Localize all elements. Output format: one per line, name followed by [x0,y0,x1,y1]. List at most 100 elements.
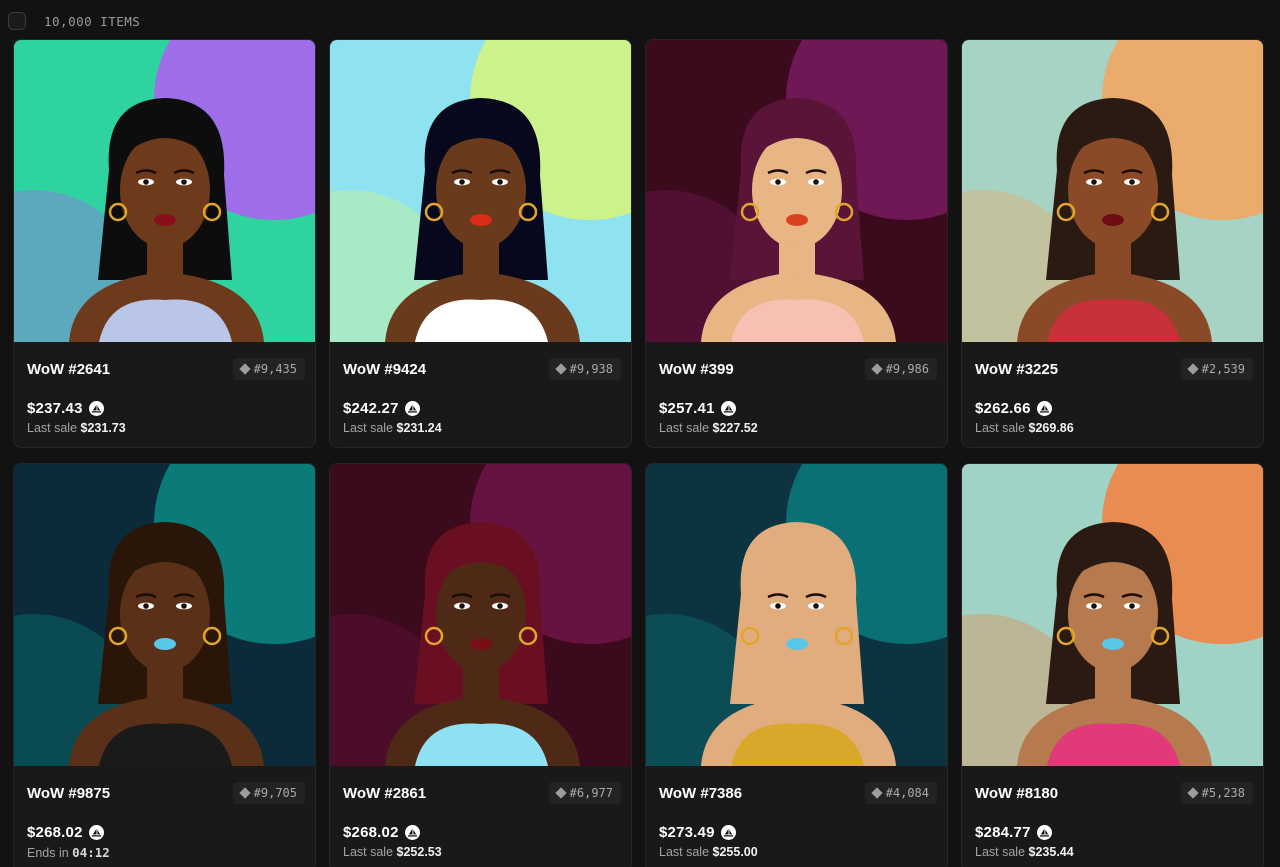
nft-name: WoW #8180 [975,785,1059,802]
rarity-rank-badge: #9,986 [864,358,937,380]
toolbar: 10,000 ITEMS [8,11,140,31]
nft-price: $237.43 [27,400,83,417]
rarity-rank: #6,977 [569,786,613,800]
nft-name: WoW #3225 [975,361,1059,378]
nft-image[interactable] [330,40,631,342]
nft-card[interactable]: WoW #2641 #9,435 $237.43 Last sale $231.… [13,39,316,448]
diamond-icon [1186,363,1199,375]
opensea-coin-icon [720,825,736,840]
rarity-rank: #9,938 [569,362,613,376]
nft-card-info: WoW #2861 #6,977 $268.02 Last sale $252.… [330,766,631,867]
rarity-rank: #9,705 [253,786,297,800]
sub-label: Last sale [975,845,1029,859]
nft-card[interactable]: WoW #9424 #9,938 $242.27 Last sale $231.… [329,39,632,448]
sub-label: Last sale [343,421,397,435]
nft-image[interactable] [646,464,947,766]
nft-image[interactable] [646,40,947,342]
nft-card[interactable]: WoW #399 #9,986 $257.41 Last sale $227.5… [645,39,948,448]
select-all-checkbox[interactable] [8,12,26,30]
nft-price: $257.41 [659,400,715,417]
nft-price: $273.49 [659,824,715,841]
nft-price: $284.77 [975,824,1031,841]
opensea-coin-icon [404,401,420,416]
rarity-rank-badge: #9,938 [548,358,621,380]
nft-card[interactable]: WoW #9875 #9,705 $268.02 Ends in 04:12 [13,463,316,867]
diamond-icon [554,787,567,799]
nft-card[interactable]: WoW #3225 #2,539 $262.66 Last sale $269.… [961,39,1264,448]
nft-price: $268.02 [27,824,83,841]
price-row: $273.49 [659,824,736,841]
sub-label: Last sale [659,845,713,859]
diamond-icon [238,363,251,375]
sub-value: 04:12 [72,845,110,860]
price-row: $237.43 [27,400,104,417]
rarity-rank: #9,986 [885,362,929,376]
sub-label: Last sale [659,421,713,435]
nft-card-info: WoW #8180 #5,238 $284.77 Last sale $235.… [962,766,1263,867]
diamond-icon [554,363,567,375]
opensea-coin-icon [404,825,420,840]
rarity-rank-badge: #9,705 [232,782,305,804]
sub-value: $227.52 [712,421,758,435]
last-sale: Last sale $231.73 [27,421,126,435]
price-row: $262.66 [975,400,1052,417]
sub-label: Last sale [27,421,81,435]
last-sale: Last sale $227.52 [659,421,758,435]
opensea-coin-icon [720,401,736,416]
sub-label: Ends in [27,846,73,860]
nft-name: WoW #2861 [343,785,427,802]
nft-grid: WoW #2641 #9,435 $237.43 Last sale $231.… [13,39,1264,867]
items-count: 10,000 ITEMS [44,13,141,29]
nft-image[interactable] [14,464,315,766]
nft-name: WoW #399 [659,361,734,378]
nft-card-info: WoW #3225 #2,539 $262.66 Last sale $269.… [962,342,1263,447]
last-sale: Last sale $252.53 [343,845,442,859]
nft-image[interactable] [962,464,1263,766]
nft-card-info: WoW #399 #9,986 $257.41 Last sale $227.5… [646,342,947,447]
sub-value: $235.44 [1028,845,1074,859]
nft-price: $268.02 [343,824,399,841]
nft-image[interactable] [962,40,1263,342]
rarity-rank: #4,084 [885,786,929,800]
last-sale: Last sale $255.00 [659,845,758,859]
opensea-coin-icon [1036,825,1052,840]
nft-card-info: WoW #9424 #9,938 $242.27 Last sale $231.… [330,342,631,447]
price-row: $257.41 [659,400,736,417]
sub-value: $269.86 [1028,421,1074,435]
sub-label: Last sale [343,845,397,859]
nft-name: WoW #9875 [27,785,111,802]
sub-label: Last sale [975,421,1029,435]
rarity-rank-badge: #5,238 [1180,782,1253,804]
nft-card[interactable]: WoW #7386 #4,084 $273.49 Last sale $255.… [645,463,948,867]
diamond-icon [870,787,883,799]
rarity-rank: #5,238 [1201,786,1245,800]
price-row: $268.02 [343,824,420,841]
nft-name: WoW #2641 [27,361,111,378]
diamond-icon [238,787,251,799]
nft-card[interactable]: WoW #2861 #6,977 $268.02 Last sale $252.… [329,463,632,867]
opensea-coin-icon [88,401,104,416]
nft-card-info: WoW #9875 #9,705 $268.02 Ends in 04:12 [14,766,315,867]
opensea-coin-icon [88,825,104,840]
rarity-rank: #2,539 [1201,362,1245,376]
diamond-icon [870,363,883,375]
rarity-rank-badge: #6,977 [548,782,621,804]
nft-name: WoW #9424 [343,361,427,378]
sub-value: $252.53 [396,845,442,859]
last-sale: Last sale $235.44 [975,845,1074,859]
price-row: $268.02 [27,824,104,841]
rarity-rank-badge: #4,084 [864,782,937,804]
price-row: $284.77 [975,824,1052,841]
rarity-rank-badge: #9,435 [232,358,305,380]
opensea-coin-icon [1036,401,1052,416]
rarity-rank-badge: #2,539 [1180,358,1253,380]
nft-card-info: WoW #7386 #4,084 $273.49 Last sale $255.… [646,766,947,867]
nft-card[interactable]: WoW #8180 #5,238 $284.77 Last sale $235.… [961,463,1264,867]
nft-image[interactable] [14,40,315,342]
nft-name: WoW #7386 [659,785,743,802]
last-sale: Last sale $269.86 [975,421,1074,435]
sub-value: $231.73 [80,421,126,435]
nft-price: $262.66 [975,400,1031,417]
nft-image[interactable] [330,464,631,766]
sub-value: $231.24 [396,421,442,435]
